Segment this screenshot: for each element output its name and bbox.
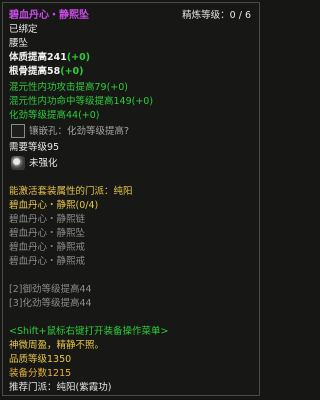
socket-text: 镶嵌孔：化劲等级提高? <box>29 126 130 137</box>
set-name: 碧血丹心・静熙(0/4) <box>9 200 99 211</box>
enhance-stone-icon[interactable] <box>11 156 25 170</box>
base-attr-2: 根骨提高58(+0) <box>9 66 84 77</box>
refine-level: 精炼等级：0 / 6 <box>182 10 251 21</box>
set-piece-1: 碧血丹心・静熙链 <box>9 214 86 225</box>
flavor-text: 神微周盈，精静不照。 <box>9 340 105 351</box>
base-attr-1: 体质提高241(+0) <box>9 52 91 63</box>
equip-slot: 腰坠 <box>9 38 29 49</box>
shift-hint: <Shift+鼠标右键打开装备操作菜单> <box>9 326 169 337</box>
magic-attr-3: 化劲等级提高44(+0) <box>9 110 100 121</box>
set-piece-2: 碧血丹心・静熙坠 <box>9 228 86 239</box>
magic-attr-2: 混元性内功命中等级提高149(+0) <box>9 96 154 107</box>
set-piece-4: 碧血丹心・静熙戒 <box>9 256 86 267</box>
empty-socket-icon[interactable] <box>11 124 25 138</box>
item-tooltip: 碧血丹心・静熙坠 精炼等级：0 / 6 已绑定 腰坠 体质提高241(+0) 根… <box>2 2 260 396</box>
base-attr-2-bonus: (+0) <box>60 66 84 77</box>
item-name: 碧血丹心・静熙坠 <box>9 10 89 21</box>
set-piece-3: 碧血丹心・静熙戒 <box>9 242 86 253</box>
enhance-state: 未强化 <box>29 158 58 169</box>
set-bonus-1: [2]御劲等级提高44 <box>9 284 92 295</box>
base-attr-1-bonus: (+0) <box>66 52 91 63</box>
set-header: 能激活套装属性的门派：纯阳 <box>9 186 133 197</box>
quality-level: 品质等级1350 <box>9 354 72 365</box>
require-level: 需要等级95 <box>9 142 60 153</box>
recommend-school: 推荐门派：纯阳(紫霞功) <box>9 382 112 393</box>
bind-state: 已绑定 <box>9 24 38 35</box>
set-bonus-2: [3]化劲等级提高44 <box>9 298 92 309</box>
magic-attr-1: 混元性内功攻击提高79(+0) <box>9 82 129 93</box>
equip-score: 装备分数1215 <box>9 368 72 379</box>
